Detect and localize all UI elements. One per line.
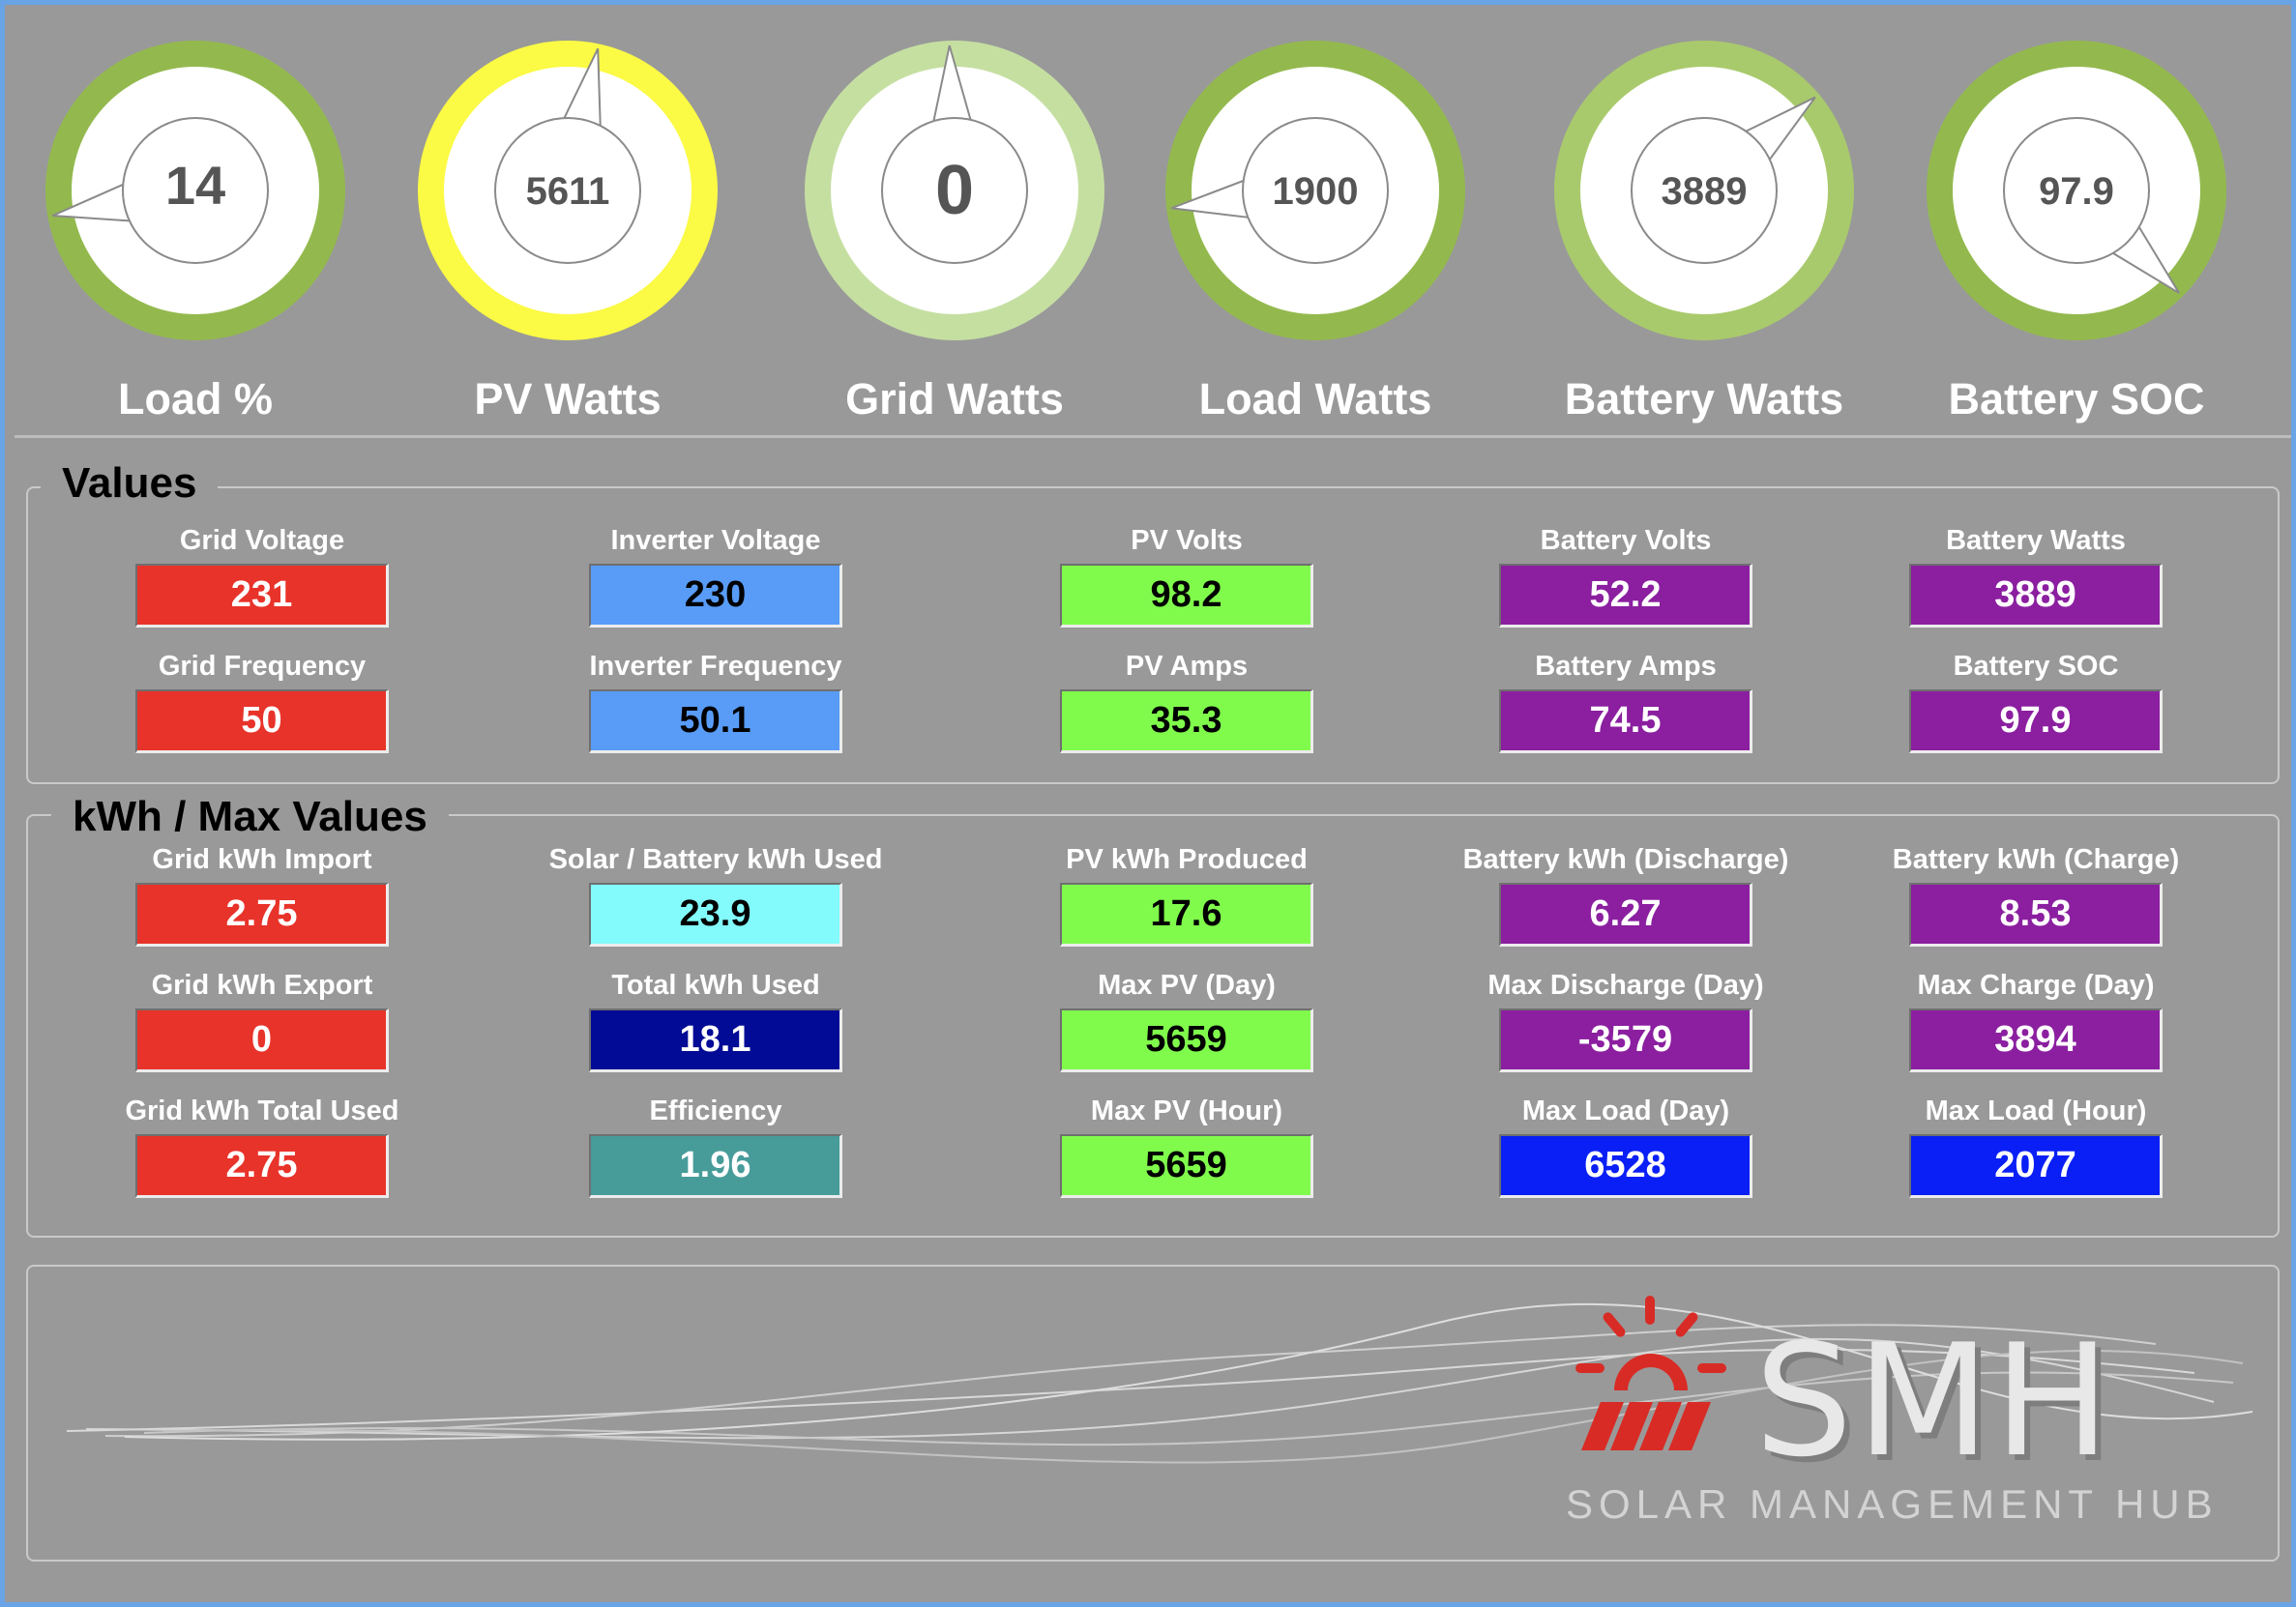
gauge-dial: 1900 (1165, 41, 1465, 340)
kwh-panel: kWh / Max Values Grid kWh Import 2.75 Sola… (26, 793, 2280, 1238)
gauge-row: 14 Load % 5611 PV Watts 0 Grid Watts 1900 Load … (15, 15, 2291, 430)
metric-value: 17.6 (1060, 883, 1313, 947)
metric-label: Battery Volts (1540, 525, 1712, 556)
metric-label: PV Volts (1131, 525, 1243, 556)
gauge-label: PV Watts (474, 374, 662, 424)
logo-letters: SMH (1754, 1310, 2114, 1491)
gauge-pv-watts: 5611 PV Watts (418, 26, 747, 432)
gauge-load-watts: 1900 Load Watts (1165, 26, 1494, 432)
metric-value: 5659 (1060, 1134, 1313, 1198)
metric-value: 3894 (1909, 1008, 2163, 1072)
metric-label: Max Discharge (Day) (1487, 970, 1764, 1001)
logo-panel: SMH SOLAR MANAGEMENT HUB (26, 1265, 2280, 1562)
metric-label: Solar / Battery kWh Used (548, 844, 883, 875)
metric-value: 230 (589, 564, 842, 628)
gauge-value: 0 (935, 152, 974, 229)
gauge-dial: 5611 (418, 41, 718, 340)
metric-label: Inverter Voltage (610, 525, 821, 556)
gauge-grid-watts: 0 Grid Watts (805, 26, 1133, 432)
metric-value: 6528 (1499, 1134, 1752, 1198)
metric-label: Max Load (Day) (1521, 1096, 1730, 1126)
metric-value: 74.5 (1499, 689, 1752, 753)
metric-label: Grid Voltage (179, 525, 345, 556)
metric-value: 1.96 (589, 1134, 842, 1198)
metric-value: 231 (135, 564, 389, 628)
metric-value: 8.53 (1909, 883, 2163, 947)
gauge-dial: 97.9 (1927, 41, 2226, 340)
metric-label: Grid kWh Total Used (125, 1096, 399, 1126)
gauge-label: Load Watts (1198, 374, 1432, 424)
metric-label: Battery Amps (1535, 651, 1717, 682)
gauge-dial: 0 (805, 41, 1104, 340)
gauge-value: 1900 (1273, 170, 1359, 213)
metric-label: Efficiency (649, 1096, 782, 1126)
logo-subtitle: SOLAR MANAGEMENT HUB (1566, 1481, 2219, 1527)
metric-label: PV Amps (1125, 651, 1249, 682)
values-panel: Values Grid Voltage 231 Inverter Voltage 23… (26, 459, 2280, 784)
metric-label: Max Charge (Day) (1917, 970, 2155, 1001)
metric-label: Max PV (Day) (1098, 970, 1276, 1001)
metric-value: 35.3 (1060, 689, 1313, 753)
metric-label: Grid Frequency (158, 651, 367, 682)
metric-label: Grid kWh Export (151, 970, 373, 1001)
metric-value: 2.75 (135, 883, 389, 947)
metric-value: 50 (135, 689, 389, 753)
gauge-dial: 3889 (1554, 41, 1854, 340)
metric-value: -3579 (1499, 1008, 1752, 1072)
metric-label: Battery kWh (Charge) (1892, 844, 2180, 875)
kwh-panel-title: kWh / Max Values (51, 793, 449, 841)
metric-value: 52.2 (1499, 564, 1752, 628)
metric-label: Battery SOC (1953, 651, 2119, 682)
gauge-label: Grid Watts (845, 374, 1064, 424)
metric-label: Max Load (Hour) (1925, 1096, 2147, 1126)
gauge-value: 3889 (1662, 170, 1748, 213)
dashboard-frame: 14 Load % 5611 PV Watts 0 Grid Watts 1900 Load … (0, 0, 2296, 1607)
metric-value: 5659 (1060, 1008, 1313, 1072)
metric-label: Battery Watts (1946, 525, 2126, 556)
metric-value: 2.75 (135, 1134, 389, 1198)
metric-label: Max PV (Hour) (1090, 1096, 1283, 1126)
sun-logo-icon (1575, 1296, 1726, 1450)
gauge-label: Load % (117, 374, 273, 424)
metric-label: PV kWh Produced (1066, 844, 1308, 875)
metric-label: Total kWh Used (611, 970, 820, 1001)
metric-value: 50.1 (589, 689, 842, 753)
metric-value: 23.9 (589, 883, 842, 947)
gauge-divider (15, 435, 2291, 438)
gauge-load: 14 Load % (45, 26, 374, 432)
metric-value: 97.9 (1909, 689, 2163, 753)
gauge-value: 14 (165, 155, 225, 216)
metric-value: 0 (135, 1008, 389, 1072)
gauge-label: Battery Watts (1564, 374, 1844, 424)
metric-value: 3889 (1909, 564, 2163, 628)
metric-label: Battery kWh (Discharge) (1462, 844, 1789, 875)
gauge-battery-watts: 3889 Battery Watts (1554, 26, 1883, 432)
metric-value: 18.1 (589, 1008, 842, 1072)
values-panel-title: Values (41, 459, 219, 508)
gauge-dial: 14 (45, 41, 345, 340)
gauge-battery-soc: 97.9 Battery SOC (1927, 26, 2255, 432)
metric-value: 98.2 (1060, 564, 1313, 628)
metric-value: 6.27 (1499, 883, 1752, 947)
gauge-value: 5611 (526, 170, 610, 213)
metric-label: Grid kWh Import (152, 844, 372, 875)
metric-label: Inverter Frequency (589, 651, 842, 682)
metric-value: 2077 (1909, 1134, 2163, 1198)
gauge-label: Battery SOC (1948, 374, 2205, 424)
gauge-value: 97.9 (2039, 170, 2114, 213)
